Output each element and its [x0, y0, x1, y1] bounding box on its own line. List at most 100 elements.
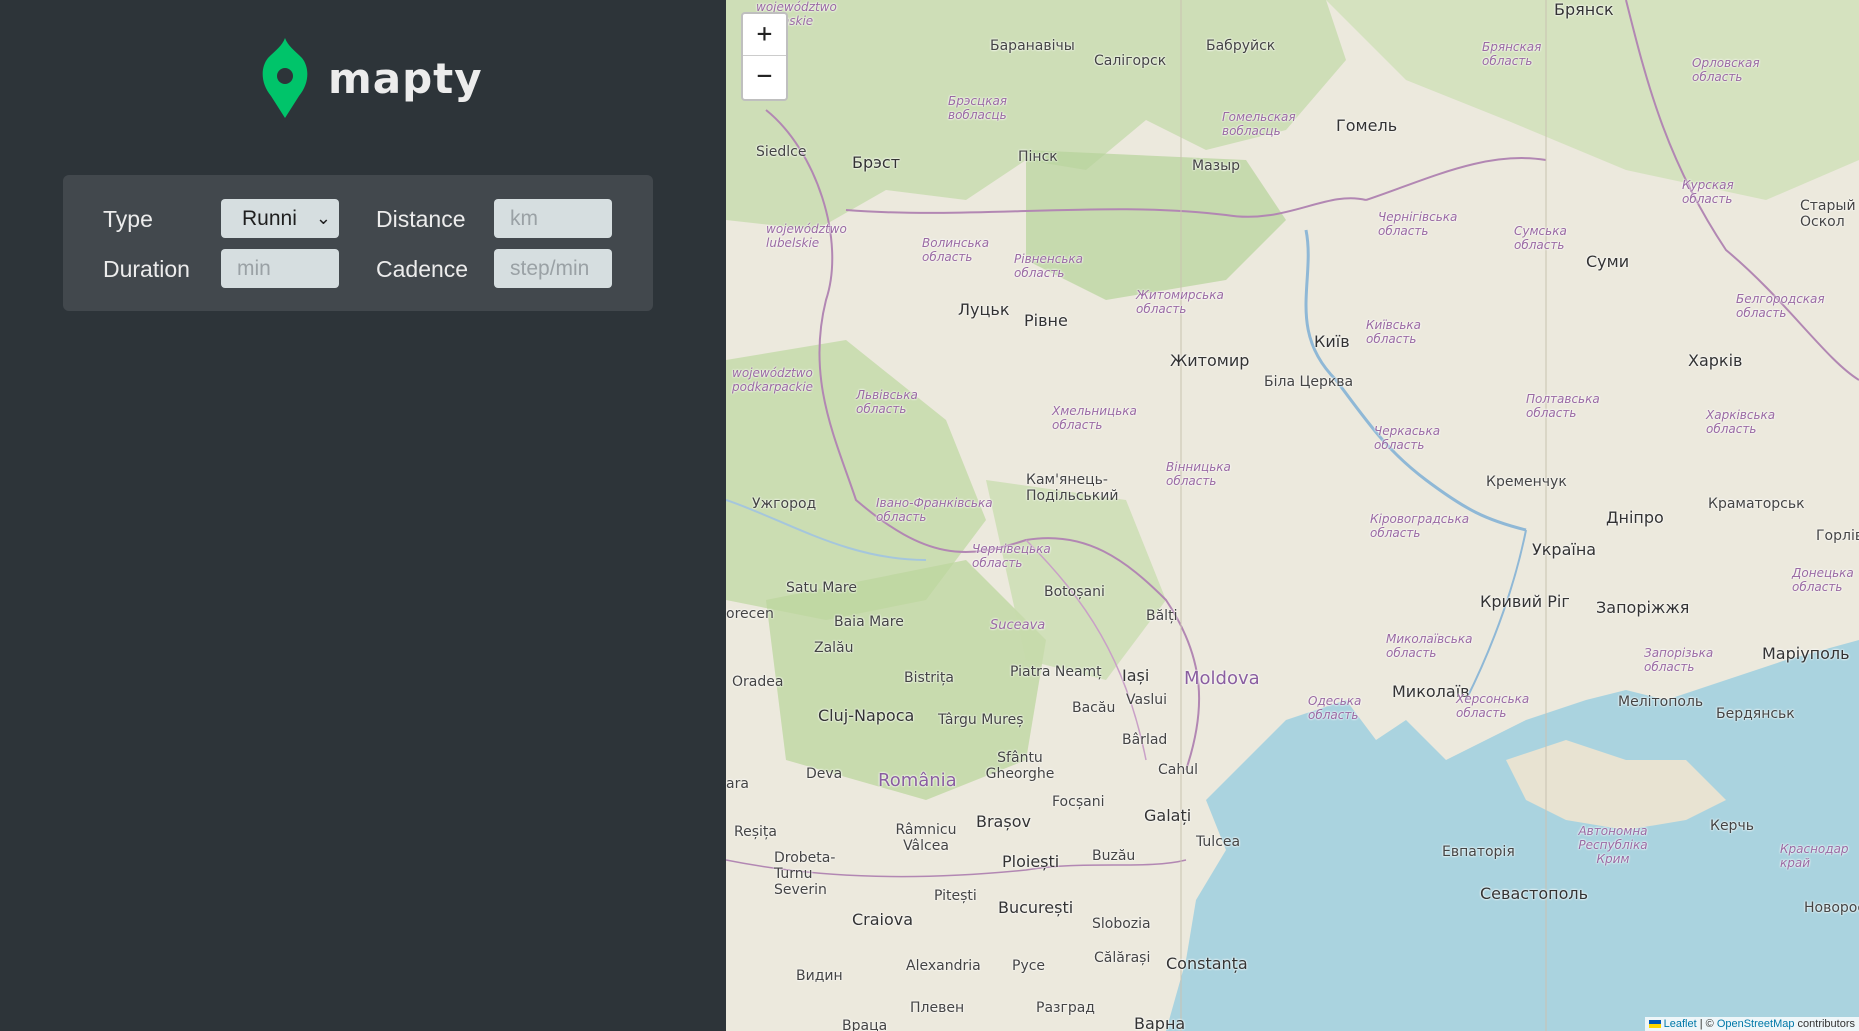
place-mariupol: Маріуполь [1762, 644, 1850, 663]
place-kharkivska-obl: Харківська область [1706, 408, 1776, 436]
place-bucuresti: București [998, 898, 1074, 917]
distance-input[interactable]: km [494, 199, 612, 238]
place-deva: Deva [806, 766, 843, 782]
place-lvivska-obl: Львівська область [856, 388, 918, 416]
place-stary-oskol: Старый Оскол [1800, 198, 1856, 230]
place-pitesti: Pitești [934, 888, 977, 904]
place-cherkaska-obl: Черкаська область [1374, 424, 1441, 452]
place-brasov: Brașov [976, 812, 1031, 831]
place-brestskaya-obl: Брэсцкая вобласць [948, 94, 1008, 122]
place-avtonomna: Автономна Республіка Крим [1578, 824, 1648, 866]
place-lutsk: Луцьк [958, 300, 1010, 319]
cadence-input[interactable]: step/min [494, 249, 612, 288]
type-label: Type [103, 206, 153, 232]
place-bacau: Bacău [1072, 700, 1116, 716]
place-rivne: Рівне [1024, 311, 1068, 330]
zoom-in-button[interactable]: + [743, 14, 786, 56]
place-kerch: Керчь [1710, 818, 1754, 834]
place-zhytomyrska-obl: Житомирська область [1136, 288, 1224, 316]
place-varna: Варна [1134, 1014, 1186, 1031]
place-salihorsk: Салігорск [1094, 53, 1167, 69]
zoom-out-button[interactable]: − [743, 56, 786, 98]
attribution-separator: | © [1696, 1018, 1717, 1030]
place-berdiansk: Бердянськ [1716, 706, 1795, 722]
osm-link[interactable]: OpenStreetMap [1717, 1018, 1795, 1030]
place-balti: Bălți [1146, 608, 1178, 624]
place-cahul: Cahul [1158, 762, 1198, 778]
place-ivano-frankivska-obl: Івано-Франківська область [876, 496, 993, 524]
type-select[interactable]: Runni ⌄ [221, 199, 339, 238]
place-calarasi: Călărași [1094, 950, 1151, 966]
place-iasi: Iași [1122, 666, 1150, 685]
place-siedlce: Siedlce [756, 144, 807, 160]
place-sevastopol: Севастополь [1480, 884, 1589, 903]
place-mykolaivska-obl: Миколаївська область [1386, 632, 1473, 660]
chevron-down-icon: ⌄ [315, 208, 331, 228]
place-wojewodztwo-lubelskie: województwo lubelskie [766, 222, 847, 250]
form-row-1: Type Runni ⌄ Distance km [63, 199, 653, 239]
place-alexandria: Alexandria [906, 958, 981, 974]
place-ploiesti: Ploiești [1002, 852, 1060, 871]
place-krasnodarskiy: Краснодар край [1780, 842, 1849, 870]
place-razgrad: Разград [1036, 1000, 1095, 1016]
place-tulcea: Tulcea [1196, 834, 1241, 850]
place-bryanskaya-obl: Брянская область [1482, 40, 1542, 68]
place-galati: Galați [1144, 806, 1192, 825]
place-poltavska-obl: Полтавська область [1526, 392, 1600, 420]
place-kirovohradska-obl: Кіровоградська область [1370, 512, 1470, 540]
place-uzhhorod: Ужгород [752, 496, 817, 512]
place-vidin: Видин [796, 968, 843, 984]
place-zalau: Zalău [814, 640, 854, 656]
place-moldova: Moldova [1184, 668, 1260, 689]
place-baia-mare: Baia Mare [834, 614, 904, 630]
place-homelskaya-obl: Гомельская вобласць [1222, 110, 1296, 138]
place-orlovskaya-obl: Орловская область [1692, 56, 1760, 84]
place-kramatorsk: Краматорськ [1708, 496, 1805, 512]
place-ukraina: Україна [1532, 540, 1597, 559]
place-chernihivska-obl: Чернігівська область [1378, 210, 1458, 238]
duration-label: Duration [103, 256, 190, 282]
place-belgorodskaya-obl: Белгородская область [1736, 292, 1825, 320]
place-bistrita: Bistrița [904, 670, 954, 686]
place-horlivka: Горлівк [1816, 528, 1859, 544]
place-baranavichy: Баранавічы [990, 38, 1075, 54]
place-craiova: Craiova [852, 910, 914, 929]
leaflet-link[interactable]: Leaflet [1664, 1018, 1697, 1030]
place-ruse: Русе [1012, 958, 1046, 974]
place-piatra-neamt: Piatra Neamț [1010, 664, 1102, 680]
cadence-label: Cadence [376, 256, 469, 282]
type-select-value: Runni [242, 207, 297, 230]
place-kharkiv: Харків [1688, 351, 1743, 370]
ukraine-flag-icon [1648, 1020, 1661, 1029]
place-kamianets: Кам'янець-Подільський [1026, 472, 1119, 504]
place-bryansk: Брянск [1554, 0, 1614, 19]
distance-label: Distance [376, 206, 466, 232]
place-satu-mare: Satu Mare [786, 580, 857, 596]
logo: mapty [262, 38, 483, 118]
place-ara: ara [726, 776, 749, 792]
duration-input[interactable]: min [221, 249, 339, 288]
place-odeska-obl: Одеська область [1308, 694, 1362, 722]
place-donetska-obl: Донецька область [1792, 566, 1854, 594]
place-vaslui: Vaslui [1126, 692, 1168, 708]
place-focsani: Focșani [1052, 794, 1105, 810]
attribution-tail: contributors [1794, 1018, 1855, 1030]
place-buzau: Buzău [1092, 848, 1136, 864]
place-resita: Reșița [734, 824, 777, 840]
place-kyivska-obl: Київська область [1366, 318, 1421, 346]
place-suceava: Suceava [990, 618, 1046, 633]
place-dnipro: Дніпро [1606, 508, 1664, 527]
place-sumska-obl: Сумська область [1514, 224, 1567, 252]
place-novorossiysk: Новоросси [1804, 900, 1859, 916]
place-romania: România [878, 770, 957, 791]
place-kyiv: Київ [1314, 332, 1350, 351]
map[interactable]: Брянск Баранавічы Салігорск Бабруйск Бря… [726, 0, 1859, 1031]
map-attribution: Leaflet | © OpenStreetMap contributors [1644, 1017, 1859, 1031]
place-bila-tserkva: Біла Церква [1264, 374, 1354, 390]
place-rivnenska-obl: Рівненська область [1014, 252, 1083, 280]
place-botosani: Botoșani [1044, 584, 1105, 600]
place-brest: Брэст [852, 153, 901, 172]
place-homel: Гомель [1336, 116, 1398, 135]
place-khersonska-obl: Херсонська область [1456, 692, 1530, 720]
place-kurskaya-obl: Курская область [1682, 178, 1734, 206]
